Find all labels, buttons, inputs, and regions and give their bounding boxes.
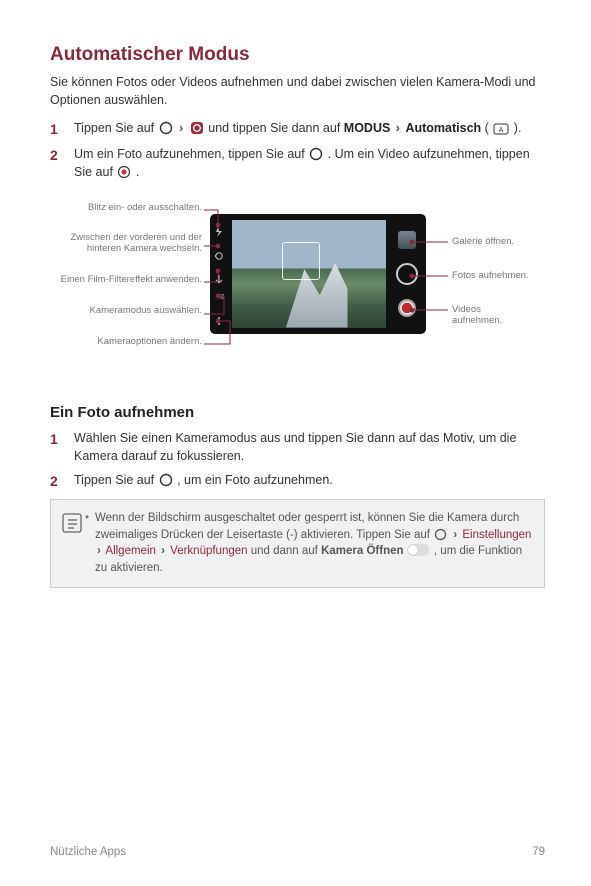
steps-secondary: 1 Wählen Sie einen Kameramodus aus und t… [50, 429, 545, 492]
viewfinder [232, 220, 386, 328]
callout: Galerie öffnen. [452, 236, 514, 247]
link-shortcuts: Verknüpfungen [170, 545, 247, 557]
gallery-thumb-icon [398, 231, 416, 249]
auto-mode-icon: A [493, 123, 509, 135]
step-body: Um ein Foto aufzunehmen, tippen Sie auf … [74, 145, 545, 181]
switch-camera-icon [214, 248, 224, 258]
chevron-right-icon: › [453, 529, 457, 541]
callout: Fotos aufnehmen. [452, 270, 529, 281]
footer-section: Nützliche Apps [50, 846, 126, 858]
step-number: 2 [50, 471, 64, 491]
step-number: 1 [50, 119, 64, 139]
callout: Videos aufnehmen. [452, 304, 532, 327]
right-side-icons [392, 224, 422, 324]
phone-frame: M [210, 214, 426, 334]
page-footer: Nützliche Apps 79 [50, 846, 545, 858]
section-heading: Ein Foto aufnehmen [50, 404, 545, 421]
note-item: Wenn der Bildschirm ausgeschaltet oder g… [95, 510, 532, 577]
chevron-right-icon: › [97, 545, 101, 557]
step-number: 2 [50, 145, 64, 181]
camera-diagram: M Blitz ein- oder ausschalten. Zwischen … [52, 196, 532, 386]
shutter-outline-icon [159, 473, 173, 487]
svg-text:A: A [499, 127, 504, 134]
step-body: Tippen Sie auf , um ein Foto aufzunehmen… [74, 471, 545, 491]
record-button-icon [398, 299, 416, 317]
step-number: 1 [50, 429, 64, 465]
step-body: Tippen Sie auf › und tippen Sie dann auf… [74, 119, 545, 139]
chevron-right-icon: › [161, 545, 165, 557]
steps-primary: 1 Tippen Sie auf › und tippen Sie dann a… [50, 119, 545, 182]
callout: Zwischen der vorderen und der hinteren K… [52, 232, 202, 255]
footer-page-number: 79 [532, 846, 545, 858]
callout: Kameramodus auswählen. [52, 305, 202, 316]
page-title: Automatischer Modus [50, 44, 545, 66]
mode-text-icon: M [214, 294, 224, 299]
step-body: Wählen Sie einen Kameramodus aus und tip… [74, 429, 545, 465]
filter-icon [214, 271, 224, 281]
camera-app-icon [190, 121, 204, 135]
chevron-right-icon: › [396, 121, 400, 135]
left-side-icons: M [214, 218, 226, 330]
settings-dots-icon [214, 313, 224, 323]
note-box: Wenn der Bildschirm ausgeschaltet oder g… [50, 499, 545, 588]
link-settings: Einstellungen [462, 529, 531, 541]
label-open-camera: Kamera Öffnen [321, 545, 403, 557]
modus-label: MODUS [344, 121, 391, 135]
chevron-right-icon: › [179, 121, 183, 135]
focus-indicator [282, 242, 320, 280]
circle-outline-icon [159, 121, 173, 135]
toggle-off-icon [407, 544, 429, 556]
circle-outline-icon [434, 528, 447, 541]
link-general: Allgemein [105, 545, 156, 557]
shutter-icon [396, 263, 418, 285]
auto-label: Automatisch [405, 121, 481, 135]
intro-text: Sie können Fotos oder Videos aufnehmen u… [50, 74, 545, 109]
flash-icon [214, 224, 224, 234]
callout: Blitz ein- oder ausschalten. [52, 202, 202, 213]
callout: Kameraoptionen ändern. [52, 336, 202, 347]
note-icon [61, 512, 83, 540]
shutter-outline-icon [309, 147, 323, 161]
callout: Einen Film-Filtereffekt anwenden. [52, 274, 202, 285]
record-icon [117, 165, 131, 179]
